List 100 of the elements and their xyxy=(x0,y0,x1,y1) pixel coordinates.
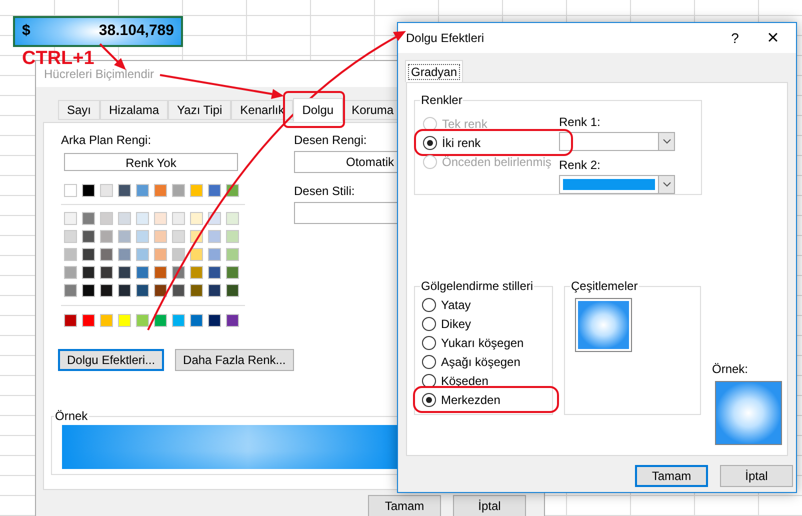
color-swatch[interactable] xyxy=(172,284,185,297)
dialog-button[interactable]: İptal xyxy=(453,495,526,516)
color-swatch[interactable] xyxy=(64,266,77,279)
color-swatch[interactable] xyxy=(154,230,167,243)
color-swatch[interactable] xyxy=(154,314,167,327)
dialog-button[interactable]: İptal xyxy=(720,465,793,487)
color-swatch[interactable] xyxy=(136,248,149,261)
color-swatch[interactable] xyxy=(136,314,149,327)
no-color-button[interactable]: Renk Yok xyxy=(64,153,238,171)
color-swatch[interactable] xyxy=(190,248,203,261)
radio-button[interactable] xyxy=(422,298,436,312)
pattern-color-dropdown[interactable]: Otomatik xyxy=(294,151,398,173)
dialog-button[interactable]: Tamam xyxy=(368,495,441,516)
color-swatch[interactable] xyxy=(172,248,185,261)
color-swatch[interactable] xyxy=(82,314,95,327)
dialog-button[interactable]: Dolgu Efektleri... xyxy=(58,349,164,371)
color-swatch[interactable] xyxy=(100,284,113,297)
radio-button[interactable] xyxy=(422,354,436,368)
color-swatch[interactable] xyxy=(82,248,95,261)
color-swatch[interactable] xyxy=(226,230,239,243)
radio-button[interactable] xyxy=(423,136,437,150)
color-swatch[interactable] xyxy=(118,248,131,261)
color-swatch[interactable] xyxy=(100,212,113,225)
color-swatch[interactable] xyxy=(136,230,149,243)
color-swatch[interactable] xyxy=(136,266,149,279)
dialog-button[interactable]: Tamam xyxy=(635,465,708,487)
color-swatch[interactable] xyxy=(82,212,95,225)
color-swatch[interactable] xyxy=(64,284,77,297)
tab[interactable]: Sayı xyxy=(58,100,100,120)
color-swatch[interactable] xyxy=(208,314,221,327)
color-swatch[interactable] xyxy=(136,212,149,225)
color-swatch[interactable] xyxy=(118,184,131,197)
color-swatch[interactable] xyxy=(64,314,77,327)
dialog-button[interactable]: Daha Fazla Renk... xyxy=(175,349,294,371)
close-button[interactable]: × xyxy=(750,28,796,48)
color-swatch[interactable] xyxy=(82,184,95,197)
radio-button[interactable] xyxy=(422,392,436,406)
color-swatch[interactable] xyxy=(136,284,149,297)
radio-label: Köşeden xyxy=(441,372,488,390)
field-label: Renk 2: xyxy=(559,157,602,174)
tab[interactable]: Hizalama xyxy=(100,100,168,120)
color-swatch[interactable] xyxy=(154,212,167,225)
color-swatch[interactable] xyxy=(100,184,113,197)
color-swatch[interactable] xyxy=(82,266,95,279)
tab[interactable]: Yazı Tipi xyxy=(168,100,232,120)
radio-label: Aşağı köşegen xyxy=(441,354,520,370)
color-swatch[interactable] xyxy=(82,284,95,297)
color-dropdown[interactable] xyxy=(559,175,675,194)
color-swatch[interactable] xyxy=(82,230,95,243)
color-swatch[interactable] xyxy=(190,314,203,327)
radio-button[interactable] xyxy=(422,336,436,350)
color-swatch[interactable] xyxy=(172,184,185,197)
color-swatch[interactable] xyxy=(118,212,131,225)
help-button[interactable]: ? xyxy=(720,28,750,48)
radio-button[interactable] xyxy=(422,374,436,388)
color-swatch[interactable] xyxy=(208,248,221,261)
group-label: Gölgelendirme stilleri xyxy=(420,278,534,295)
color-swatch[interactable] xyxy=(172,212,185,225)
color-swatch[interactable] xyxy=(172,230,185,243)
color-swatch[interactable] xyxy=(208,266,221,279)
color-swatch[interactable] xyxy=(190,284,203,297)
color-dropdown[interactable] xyxy=(559,132,675,151)
color-swatch[interactable] xyxy=(100,314,113,327)
color-swatch[interactable] xyxy=(64,230,77,243)
color-swatch[interactable] xyxy=(118,284,131,297)
color-swatch[interactable] xyxy=(118,266,131,279)
color-swatch[interactable] xyxy=(154,266,167,279)
color-swatch[interactable] xyxy=(226,284,239,297)
selected-cell[interactable]: $ 38.104,789 xyxy=(13,16,183,47)
color-swatch[interactable] xyxy=(64,248,77,261)
color-swatch[interactable] xyxy=(100,230,113,243)
color-swatch[interactable] xyxy=(154,284,167,297)
color-swatch[interactable] xyxy=(190,266,203,279)
color-swatch[interactable] xyxy=(226,266,239,279)
color-swatch[interactable] xyxy=(118,314,131,327)
tab[interactable]: Kenarlık xyxy=(231,100,294,120)
color-swatch[interactable] xyxy=(154,184,167,197)
pattern-style-dropdown[interactable] xyxy=(294,202,398,224)
gradient-variant[interactable] xyxy=(575,298,632,352)
color-swatch[interactable] xyxy=(64,184,77,197)
tab[interactable]: Gradyan xyxy=(405,60,464,82)
radio-button[interactable] xyxy=(422,316,436,330)
color-swatch[interactable] xyxy=(208,284,221,297)
color-swatch[interactable] xyxy=(190,212,203,225)
color-swatch[interactable] xyxy=(136,184,149,197)
color-swatch[interactable] xyxy=(226,212,239,225)
color-swatch[interactable] xyxy=(100,248,113,261)
group-label: Renkler xyxy=(420,92,464,109)
color-swatch[interactable] xyxy=(208,184,221,197)
color-swatch[interactable] xyxy=(226,248,239,261)
color-swatch[interactable] xyxy=(100,266,113,279)
color-swatch[interactable] xyxy=(64,212,77,225)
color-swatch[interactable] xyxy=(172,314,185,327)
color-swatch[interactable] xyxy=(226,314,239,327)
color-swatch[interactable] xyxy=(208,230,221,243)
currency-symbol: $ xyxy=(22,21,30,42)
color-swatch[interactable] xyxy=(118,230,131,243)
color-swatch[interactable] xyxy=(154,248,167,261)
tab[interactable]: Dolgu xyxy=(293,98,343,122)
color-swatch[interactable] xyxy=(190,184,203,197)
